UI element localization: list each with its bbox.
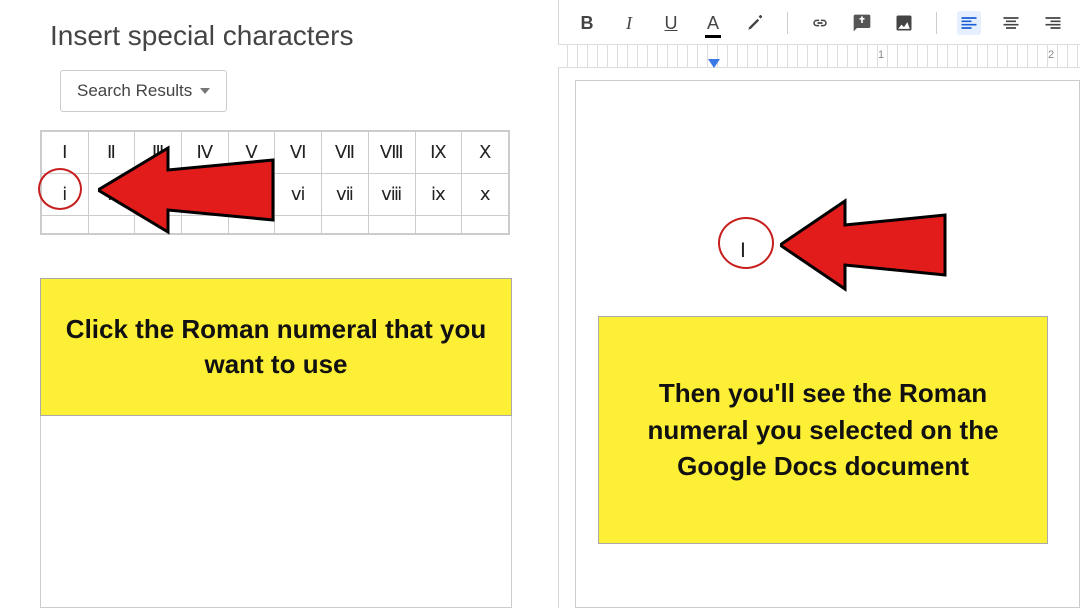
bold-button[interactable]: B	[575, 11, 599, 35]
insert-link-button[interactable]	[808, 11, 832, 35]
char-cell[interactable]	[181, 216, 228, 234]
align-center-button[interactable]	[999, 11, 1023, 35]
char-cell[interactable]	[42, 216, 89, 234]
underline-button[interactable]: U	[659, 11, 683, 35]
char-row-partial	[42, 216, 509, 234]
char-cell[interactable]: Ⅹ	[462, 132, 509, 174]
ruler-tick-label: 1	[878, 49, 884, 61]
italic-button[interactable]: I	[617, 11, 641, 35]
search-results-dropdown[interactable]: Search Results	[60, 70, 227, 112]
char-cell[interactable]: ⅸ	[415, 174, 462, 216]
char-cell[interactable]: ⅲ	[135, 174, 182, 216]
char-cell[interactable]	[228, 216, 275, 234]
char-cell[interactable]: Ⅱ	[88, 132, 135, 174]
callout-text: Click the Roman numeral that you want to…	[61, 312, 491, 382]
annotation-callout: Click the Roman numeral that you want to…	[40, 278, 512, 416]
char-cell[interactable]: Ⅷ	[368, 132, 415, 174]
char-cell[interactable]: ⅶ	[322, 174, 369, 216]
char-cell[interactable]: ⅴ	[228, 174, 275, 216]
char-cell[interactable]	[415, 216, 462, 234]
horizontal-ruler[interactable]: 1 2	[558, 44, 1080, 68]
char-cell[interactable]: Ⅳ	[181, 132, 228, 174]
align-left-button[interactable]	[957, 11, 981, 35]
char-cell[interactable]	[88, 216, 135, 234]
char-cell[interactable]	[368, 216, 415, 234]
toolbar-separator	[787, 12, 788, 34]
chevron-down-icon	[200, 88, 210, 94]
callout-text: Then you'll see the Roman numeral you se…	[619, 375, 1027, 484]
dialog-title: Insert special characters	[50, 20, 520, 52]
char-cell[interactable]: ⅳ	[181, 174, 228, 216]
char-cell[interactable]	[322, 216, 369, 234]
char-cell[interactable]: ⅹ	[462, 174, 509, 216]
char-cell[interactable]: Ⅵ	[275, 132, 322, 174]
grid-empty-area	[40, 416, 512, 608]
char-cell[interactable]: Ⅶ	[322, 132, 369, 174]
char-cell[interactable]	[275, 216, 322, 234]
add-comment-button[interactable]	[850, 11, 874, 35]
character-grid: Ⅰ Ⅱ Ⅲ Ⅳ Ⅴ Ⅵ Ⅶ Ⅷ Ⅸ Ⅹ ⅰ ⅱ ⅲ ⅳ ⅴ ⅵ ⅶ ⅷ ⅸ	[40, 130, 510, 235]
char-cell[interactable]	[462, 216, 509, 234]
search-results-label: Search Results	[77, 81, 192, 101]
char-cell[interactable]: Ⅴ	[228, 132, 275, 174]
text-color-button[interactable]: A	[701, 11, 725, 35]
formatting-toolbar: B I U A	[575, 5, 1065, 41]
char-cell[interactable]: ⅱ	[88, 174, 135, 216]
annotation-circle	[718, 217, 774, 269]
toolbar-separator	[936, 12, 937, 34]
char-row-lower: ⅰ ⅱ ⅲ ⅳ ⅴ ⅵ ⅶ ⅷ ⅸ ⅹ	[42, 174, 509, 216]
ruler-tick-label: 2	[1048, 49, 1054, 61]
highlight-button[interactable]	[743, 11, 767, 35]
align-right-button[interactable]	[1041, 11, 1065, 35]
panel-divider	[558, 0, 559, 608]
special-characters-panel: Insert special characters Search Results…	[20, 0, 520, 235]
char-cell[interactable]: ⅵ	[275, 174, 322, 216]
char-cell[interactable]: ⅷ	[368, 174, 415, 216]
char-row-upper: Ⅰ Ⅱ Ⅲ Ⅳ Ⅴ Ⅵ Ⅶ Ⅷ Ⅸ Ⅹ	[42, 132, 509, 174]
insert-image-button[interactable]	[892, 11, 916, 35]
annotation-callout: Then you'll see the Roman numeral you se…	[598, 316, 1048, 544]
char-cell[interactable]: Ⅲ	[135, 132, 182, 174]
char-cell[interactable]: Ⅰ	[42, 132, 89, 174]
char-cell[interactable]: ⅰ	[42, 174, 89, 216]
char-cell[interactable]: Ⅸ	[415, 132, 462, 174]
ruler-indent-marker[interactable]	[708, 59, 720, 68]
char-cell[interactable]	[135, 216, 182, 234]
